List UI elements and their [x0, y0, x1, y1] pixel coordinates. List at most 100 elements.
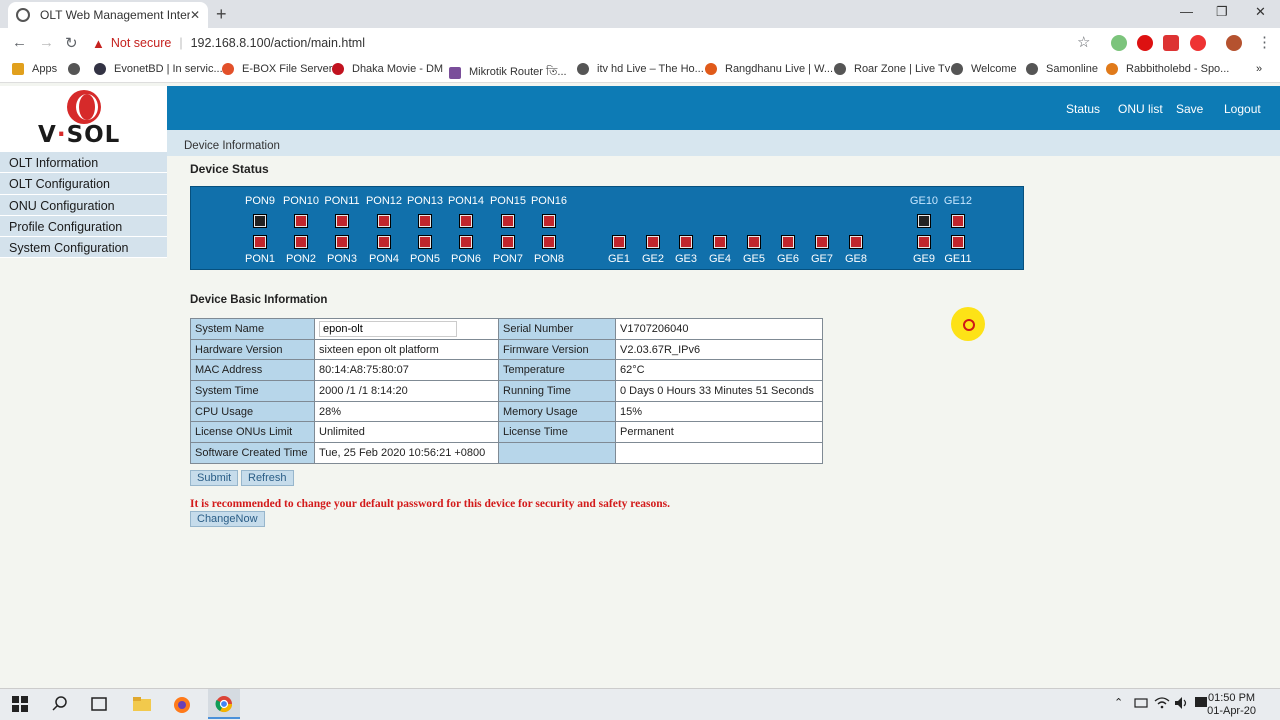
- bookmarks-bar: Apps EvonetBD | In servic... E-BOX File …: [0, 58, 1280, 83]
- port-ge4-icon[interactable]: [713, 235, 727, 249]
- port-label-ge11: GE11: [944, 253, 972, 265]
- file-explorer-icon[interactable]: [133, 696, 151, 714]
- restore-button[interactable]: ❐: [1216, 4, 1228, 20]
- sidebar-item-system-configuration[interactable]: System Configuration: [0, 237, 167, 259]
- opera-icon[interactable]: [1137, 35, 1153, 51]
- network-device-icon[interactable]: [1134, 696, 1152, 714]
- bookmark-ebox[interactable]: E-BOX File Server: [222, 63, 332, 75]
- bookmark-welcome[interactable]: Welcome: [951, 63, 1017, 75]
- port-pon5-icon[interactable]: [418, 235, 432, 249]
- bookmark-mikrotik[interactable]: Mikrotik Router তি...: [449, 63, 567, 82]
- port-pon7-icon[interactable]: [501, 235, 515, 249]
- reload-icon[interactable]: ↻: [65, 34, 78, 52]
- bookmark-rabbithole[interactable]: Rabbitholebd - Spo...: [1106, 63, 1229, 75]
- vsol-logo-icon: [67, 90, 101, 124]
- bookmark-label: Mikrotik Router তি...: [469, 66, 567, 78]
- port-ge9-icon[interactable]: [917, 235, 931, 249]
- forward-icon[interactable]: →: [39, 34, 54, 51]
- port-ge6-icon[interactable]: [781, 235, 795, 249]
- youtube-extension-icon[interactable]: [1163, 35, 1179, 51]
- bookmark-dhaka-movie[interactable]: Dhaka Movie - DM: [332, 63, 443, 75]
- bookmark-evonet[interactable]: [68, 63, 88, 75]
- empty-label-cell: [498, 442, 616, 464]
- bookmark-roar-zone[interactable]: Roar Zone | Live Tv: [834, 63, 950, 75]
- search-icon[interactable]: [52, 696, 70, 714]
- port-pon12-icon[interactable]: [377, 214, 391, 228]
- nav-logout-link[interactable]: Logout: [1224, 102, 1261, 116]
- port-pon10-icon[interactable]: [294, 214, 308, 228]
- submit-button[interactable]: Submit: [190, 470, 239, 486]
- sidebar-item-profile-configuration[interactable]: Profile Configuration: [0, 215, 167, 238]
- port-label-pon14: PON14: [447, 195, 485, 207]
- port-pon3-icon[interactable]: [335, 235, 349, 249]
- port-pon14-icon[interactable]: [459, 214, 473, 228]
- change-now-button[interactable]: ChangeNow: [190, 511, 265, 527]
- port-ge7-icon[interactable]: [815, 235, 829, 249]
- port-ge2-icon[interactable]: [646, 235, 660, 249]
- wifi-icon[interactable]: [1154, 696, 1172, 714]
- new-tab-button[interactable]: +: [216, 4, 227, 25]
- port-pon8-icon[interactable]: [542, 235, 556, 249]
- breadcrumb: Device Information: [184, 140, 280, 152]
- show-hidden-icons[interactable]: ⌃: [1114, 696, 1132, 714]
- sidebar-item-olt-configuration[interactable]: OLT Configuration: [0, 173, 167, 195]
- port-pon15-icon[interactable]: [501, 214, 515, 228]
- port-pon6-icon[interactable]: [459, 235, 473, 249]
- refresh-button[interactable]: Refresh: [241, 470, 294, 486]
- adblock-icon[interactable]: [1190, 35, 1206, 51]
- window-close-button[interactable]: ✕: [1255, 4, 1266, 20]
- bookmark-itv[interactable]: itv hd Live – The Ho...: [577, 63, 704, 75]
- bookmark-rangdhanu[interactable]: Rangdhanu Live | W...: [705, 63, 833, 75]
- bookmark-samonline[interactable]: Samonline: [1026, 63, 1098, 75]
- sidebar-item-olt-information[interactable]: OLT Information: [0, 152, 167, 174]
- chrome-taskbar-button[interactable]: [208, 689, 240, 719]
- table-row: MAC Address 80:14:A8:75:80:07 Temperatur…: [190, 359, 823, 382]
- port-ge8-icon[interactable]: [849, 235, 863, 249]
- port-ge5-icon[interactable]: [747, 235, 761, 249]
- port-ge3-icon[interactable]: [679, 235, 693, 249]
- globe-icon: [951, 63, 963, 75]
- browser-tab[interactable]: OLT Web Management Interface ✕: [8, 2, 208, 28]
- extension-icon[interactable]: [1111, 35, 1127, 51]
- back-icon[interactable]: ←: [12, 34, 27, 51]
- bookmark-label: E-BOX File Server: [242, 63, 333, 75]
- vsol-logo: V·SOL: [0, 86, 167, 152]
- movie-icon: [332, 63, 344, 75]
- port-pon1-icon[interactable]: [253, 235, 267, 249]
- warning-icon: ▲: [92, 35, 105, 51]
- volume-icon[interactable]: [1174, 696, 1192, 714]
- bookmarks-overflow-icon[interactable]: »: [1256, 63, 1262, 75]
- port-ge10-icon[interactable]: [917, 214, 931, 228]
- bookmark-apps[interactable]: Apps: [12, 63, 57, 75]
- minimize-button[interactable]: —: [1180, 4, 1193, 19]
- port-ge11-icon[interactable]: [951, 235, 965, 249]
- port-pon9-icon[interactable]: [253, 214, 267, 228]
- task-view-icon[interactable]: [91, 696, 109, 714]
- temperature-value: 62°C: [615, 359, 823, 382]
- clock[interactable]: 01:50 PM 01-Apr-20: [1207, 692, 1256, 718]
- port-pon2-icon[interactable]: [294, 235, 308, 249]
- port-pon16-icon[interactable]: [542, 214, 556, 228]
- url-text[interactable]: 192.168.8.100/action/main.html: [191, 36, 365, 50]
- port-pon13-icon[interactable]: [418, 214, 432, 228]
- firefox-icon[interactable]: [173, 696, 191, 714]
- port-label-pon5: PON5: [410, 253, 440, 265]
- address-bar[interactable]: ▲ Not secure | 192.168.8.100/action/main…: [92, 28, 365, 58]
- nav-save-link[interactable]: Save: [1176, 102, 1203, 116]
- sidebar-item-onu-configuration[interactable]: ONU Configuration: [0, 194, 167, 216]
- cursor-highlight: [951, 307, 985, 341]
- port-ge1-icon[interactable]: [612, 235, 626, 249]
- port-pon11-icon[interactable]: [335, 214, 349, 228]
- menu-icon[interactable]: ⋮: [1257, 33, 1272, 51]
- port-ge12-icon[interactable]: [951, 214, 965, 228]
- nav-onu-list-link[interactable]: ONU list: [1118, 102, 1163, 116]
- nav-status-link[interactable]: Status: [1066, 102, 1100, 116]
- tab-close-icon[interactable]: ✕: [190, 8, 200, 22]
- bookmark-evonetbd[interactable]: EvonetBD | In servic...: [94, 63, 223, 75]
- port-pon4-icon[interactable]: [377, 235, 391, 249]
- bookmark-star-icon[interactable]: ☆: [1077, 33, 1090, 51]
- system-name-input[interactable]: [319, 320, 457, 337]
- profile-avatar[interactable]: [1226, 35, 1242, 51]
- windows-start-icon[interactable]: [12, 696, 30, 714]
- globe-icon: [1026, 63, 1038, 75]
